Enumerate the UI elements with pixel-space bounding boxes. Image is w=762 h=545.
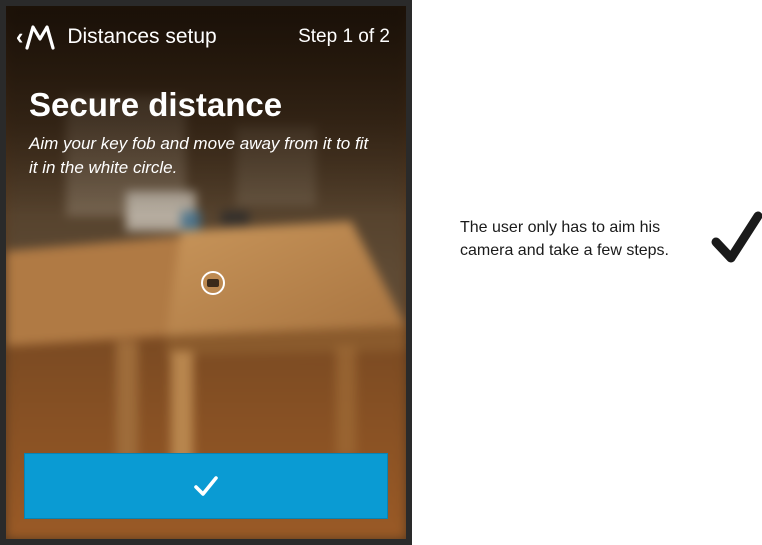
annotation-caption: The user only has to aim his camera and … [460,219,669,259]
page-title: Secure distance [29,86,283,123]
phone-frame: ‹ Distances setup Step 1 of 2 Secure dis… [0,0,412,545]
confirm-button[interactable] [24,453,388,519]
camera-screen: ‹ Distances setup Step 1 of 2 Secure dis… [6,6,406,539]
step-indicator: Step 1 of 2 [298,26,390,47]
checkmark-icon [194,476,218,496]
motorola-logo-icon[interactable] [25,24,55,50]
instructions-text: Aim your key fob and move away from it t… [29,134,369,177]
checkmark-icon [711,211,762,263]
chevron-left-icon[interactable]: ‹ [16,26,23,48]
app-header: ‹ Distances setup Step 1 of 2 [6,6,406,68]
target-circle [201,271,225,295]
header-title: Distances setup [67,25,217,48]
